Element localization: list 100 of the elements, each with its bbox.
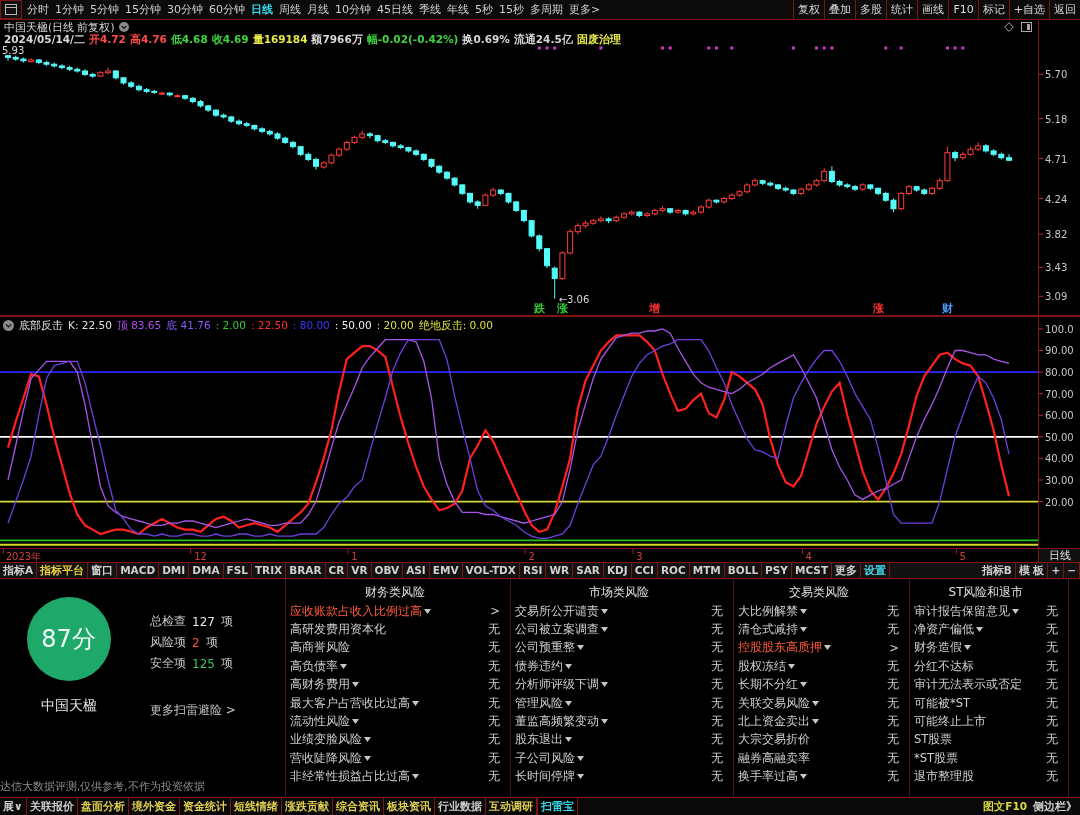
period-tab[interactable]: 1分钟 [52, 0, 87, 19]
indicator-tab[interactable]: 模 板 [1015, 563, 1049, 578]
caret-down-icon[interactable] [364, 737, 371, 743]
caret-down-icon[interactable] [364, 755, 371, 761]
caret-down-icon[interactable] [964, 645, 971, 651]
chevron-down-circle-icon[interactable] [118, 22, 129, 32]
indicator-tab[interactable]: OBV [371, 563, 404, 578]
bottom-tab[interactable]: 涨跌贡献 [281, 798, 333, 815]
bottom-tab[interactable]: 境外资金 [128, 798, 180, 815]
bottom-tab[interactable]: 综合资讯 [332, 798, 384, 815]
period-tab[interactable]: 日线 [248, 0, 276, 19]
bottom-tab[interactable]: 板块资讯 [383, 798, 435, 815]
caret-down-icon[interactable] [976, 627, 983, 633]
indicator-tab[interactable]: ASI [403, 563, 430, 578]
risk-item[interactable]: 可能被*ST [914, 695, 971, 711]
caret-down-icon[interactable] [424, 608, 431, 614]
risk-item[interactable]: 子公司风险 [515, 750, 575, 766]
more-menu[interactable]: 更多> [566, 0, 604, 19]
indicator-tab[interactable]: RSI [519, 563, 547, 578]
risk-item[interactable]: 高负债率 [290, 658, 338, 674]
period-tab[interactable]: 多周期 [527, 0, 566, 19]
indicator-tab[interactable]: 指标平台 [37, 563, 89, 578]
risk-item[interactable]: 净资产偏低 [914, 622, 974, 638]
indicator-tab[interactable]: − [1064, 563, 1080, 578]
bottom-tab[interactable]: 展∨ [0, 798, 27, 815]
risk-item[interactable]: 可能终止上市 [914, 714, 986, 730]
caret-down-icon[interactable] [788, 663, 795, 669]
indicator-tab[interactable]: CCI [631, 563, 658, 578]
caret-down-icon[interactable] [812, 719, 819, 725]
indicator-tab[interactable]: ROC [658, 563, 690, 578]
indicator-tab[interactable]: 指标B [978, 563, 1016, 578]
caret-down-icon[interactable] [412, 700, 419, 706]
period-tab[interactable]: 月线 [304, 0, 332, 19]
indicator-tab[interactable]: VOL-TDX [462, 563, 520, 578]
risk-item[interactable]: 关联交易风险 [738, 695, 810, 711]
risk-item[interactable]: 大比例解禁 [738, 603, 798, 619]
caret-down-icon[interactable] [824, 645, 831, 651]
indicator-tab[interactable]: WR [546, 563, 574, 578]
risk-item[interactable]: 财务造假 [914, 640, 962, 656]
risk-item[interactable]: 融券高融卖率 [738, 750, 810, 766]
caret-down-icon[interactable] [577, 645, 584, 651]
caret-down-icon[interactable] [352, 719, 359, 725]
caret-down-icon[interactable] [601, 682, 608, 688]
period-tab[interactable]: 年线 [444, 0, 472, 19]
toolbar-button[interactable]: 画线 [917, 0, 949, 19]
indicator-tab[interactable]: MCST [791, 563, 833, 578]
indicator-tab[interactable]: TRIX [251, 563, 287, 578]
period-tab[interactable]: 30分钟 [164, 0, 206, 19]
indicator-tab[interactable]: SAR [573, 563, 604, 578]
toolbar-button[interactable]: 统计 [886, 0, 918, 19]
period-tab[interactable]: 5分钟 [87, 0, 122, 19]
side-panel-link[interactable]: 侧边栏》 [1030, 798, 1080, 815]
risk-item[interactable]: 审计无法表示或否定 [914, 677, 1022, 693]
risk-item[interactable]: 非经常性损益占比过高 [290, 769, 410, 785]
bottom-tab[interactable]: 互动调研 [485, 798, 537, 815]
caret-down-icon[interactable] [601, 608, 608, 614]
caret-down-icon[interactable] [577, 755, 584, 761]
period-tab[interactable]: 分时 [24, 0, 52, 19]
risk-item[interactable]: 债券违约 [515, 658, 563, 674]
caret-down-icon[interactable] [565, 700, 572, 706]
bottom-tab[interactable]: 短线情绪 [230, 798, 282, 815]
toolbar-button[interactable]: F10 [948, 0, 978, 19]
caret-down-icon[interactable] [577, 774, 584, 780]
risk-item[interactable]: 公司预重整 [515, 640, 575, 656]
period-tab[interactable]: 15分钟 [122, 0, 164, 19]
risk-item[interactable]: 高研发费用资本化 [290, 622, 386, 638]
bottom-tab[interactable]: 盘面分析 [77, 798, 129, 815]
risk-item[interactable]: 审计报告保留意见 [914, 603, 1010, 619]
risk-item[interactable]: 大宗交易折价 [738, 732, 810, 748]
caret-down-icon[interactable] [800, 774, 807, 780]
caret-down-icon[interactable] [565, 737, 572, 743]
caret-down-icon[interactable] [800, 627, 807, 633]
risk-item[interactable]: 退市整理股 [914, 769, 974, 785]
side-panel-link[interactable]: 图文F10 [980, 798, 1030, 815]
caret-down-icon[interactable] [1012, 608, 1019, 614]
indicator-tab[interactable]: DMA [189, 563, 224, 578]
indicator-tab[interactable]: BRAR [286, 563, 326, 578]
risk-item[interactable]: 交易所公开谴责 [515, 603, 599, 619]
risk-item[interactable]: 营收陡降风险 [290, 750, 362, 766]
caret-down-icon[interactable] [565, 663, 572, 669]
period-tab[interactable]: 季线 [416, 0, 444, 19]
indicator-tab[interactable]: FSL [223, 563, 252, 578]
risk-item[interactable]: 北上资金卖出 [738, 714, 810, 730]
risk-item[interactable]: 股权冻结 [738, 658, 786, 674]
risk-item[interactable]: 流动性风险 [290, 714, 350, 730]
risk-item[interactable]: 分红不达标 [914, 658, 974, 674]
period-tab[interactable]: 45日线 [374, 0, 416, 19]
risk-item[interactable]: 业绩变脸风险 [290, 732, 362, 748]
toolbar-button[interactable]: 返回 [1049, 0, 1080, 19]
period-tab[interactable]: 周线 [276, 0, 304, 19]
chevron-down-circle-icon[interactable] [3, 319, 14, 331]
caret-down-icon[interactable] [412, 774, 419, 780]
indicator-tab[interactable]: DMI [159, 563, 190, 578]
risk-item[interactable]: 控股股东高质押 [738, 640, 822, 656]
bottom-tab[interactable]: 行业数据 [434, 798, 486, 815]
bottom-tab[interactable]: 扫雷宝 [536, 798, 578, 815]
risk-item[interactable]: 分析师评级下调 [515, 677, 599, 693]
toolbar-button[interactable]: +自选 [1008, 0, 1049, 19]
more-scan-link[interactable]: 更多扫雷避险 > [150, 702, 236, 719]
diamond-icon[interactable] [1004, 22, 1014, 32]
